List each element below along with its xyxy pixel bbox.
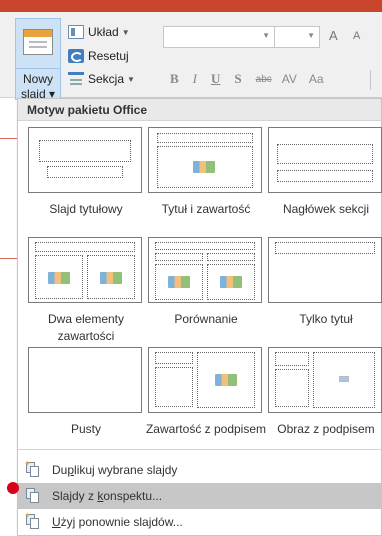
- title-bar-strip: [0, 0, 382, 12]
- section-button[interactable]: Sekcja ▼: [68, 70, 135, 88]
- picture-placeholder-icon: [339, 376, 349, 382]
- layout-label: Dwa elementy zawartości: [47, 312, 125, 343]
- section-label: Sekcja: [88, 72, 125, 86]
- gallery-header: Motyw pakietu Office: [18, 99, 381, 121]
- layout-thumbnail: [268, 347, 382, 413]
- content-placeholder-icon: [220, 276, 242, 288]
- chevron-down-icon: ▼: [127, 74, 135, 84]
- layout-icon: [68, 25, 84, 39]
- layout-thumbnail: [268, 127, 382, 193]
- new-slide-icon: [23, 29, 53, 55]
- font-name-combobox[interactable]: ▼: [163, 26, 275, 48]
- new-slide-label: Nowy: [22, 72, 53, 86]
- layout-label: Zawartość z podpisem: [145, 422, 267, 436]
- slides-from-outline-menu-item[interactable]: Slajdy z konspektu...: [18, 483, 381, 509]
- content-placeholder-icon: [100, 272, 122, 284]
- layout-thumbnail: [148, 347, 262, 413]
- ribbon-separator: [370, 70, 371, 90]
- menu-item-label: Użyj ponownie slajdów...: [52, 515, 183, 529]
- reuse-slides-icon: ✦: [24, 511, 40, 530]
- new-slide-top[interactable]: [16, 19, 60, 69]
- italic-button[interactable]: I: [193, 71, 197, 87]
- chevron-down-icon[interactable]: ▼: [262, 31, 270, 40]
- shrink-font-button[interactable]: A: [353, 30, 360, 42]
- content-placeholder-icon: [215, 374, 237, 386]
- content-placeholder-icon: [48, 272, 70, 284]
- cursor-marker: [7, 482, 19, 494]
- layout-thumbnail: [28, 237, 142, 303]
- duplicate-slides-menu-item[interactable]: ✦ Duplikuj wybrane slajdy: [18, 457, 381, 483]
- reset-label: Resetuj: [88, 49, 129, 63]
- menu-item-label: Duplikuj wybrane slajdy: [52, 463, 178, 477]
- layout-thumbnail: [148, 237, 262, 303]
- reset-icon: [68, 49, 84, 63]
- layout-label: Slajd tytułowy: [49, 202, 123, 216]
- outline-slides-icon: [26, 488, 40, 504]
- reuse-slides-menu-item[interactable]: ✦ Użyj ponownie slajdów...: [18, 509, 381, 535]
- duplicate-slides-icon: ✦: [24, 459, 40, 478]
- gallery-separator: [18, 449, 381, 450]
- change-case-button[interactable]: Aa: [309, 72, 324, 86]
- new-slide-button[interactable]: Nowy slajd ▾: [15, 18, 61, 101]
- layout-label: Tytuł i zawartość: [161, 202, 251, 216]
- layout-label: Porównanie: [174, 312, 238, 326]
- ribbon: Nowy slajd ▾ Układ ▼ Resetuj Sekcja ▼ ▼ …: [0, 12, 382, 101]
- layout-thumbnail: [28, 127, 142, 193]
- layout-thumbnail: [148, 127, 262, 193]
- section-icon: [68, 72, 84, 86]
- layout-label: Pusty: [70, 422, 101, 436]
- content-placeholder-icon: [168, 276, 190, 288]
- chevron-down-icon: ▼: [121, 27, 130, 37]
- background-slide-edge: [0, 138, 17, 139]
- layout-label: Nagłówek sekcji: [282, 202, 370, 216]
- layout-label: Układ: [88, 25, 119, 39]
- font-size-combobox[interactable]: ▼: [275, 26, 320, 48]
- layout-label: Tylko tytuł: [299, 312, 353, 326]
- character-spacing-button[interactable]: AV: [282, 72, 297, 86]
- layout-label: Obraz z podpisem: [277, 422, 375, 436]
- background-slide-edge: [0, 258, 17, 259]
- chevron-down-icon[interactable]: ▼: [307, 31, 315, 40]
- bold-button[interactable]: B: [170, 71, 179, 87]
- menu-item-label: Slajdy z konspektu...: [52, 489, 163, 503]
- format-toolbar: B I U S abc AV Aa: [170, 70, 332, 88]
- layout-button[interactable]: Układ ▼: [68, 23, 130, 41]
- grow-font-button[interactable]: A: [329, 28, 338, 43]
- layout-thumbnail: [28, 347, 142, 413]
- shadow-button[interactable]: S: [234, 71, 241, 87]
- new-slide-gallery: Motyw pakietu Office Slajd tytułowy Tytu…: [17, 98, 382, 536]
- content-placeholder-icon: [193, 161, 215, 173]
- underline-button[interactable]: U: [211, 71, 220, 87]
- strikethrough-button[interactable]: abc: [256, 74, 272, 85]
- reset-button[interactable]: Resetuj: [68, 47, 129, 65]
- layout-thumbnail: [268, 237, 382, 303]
